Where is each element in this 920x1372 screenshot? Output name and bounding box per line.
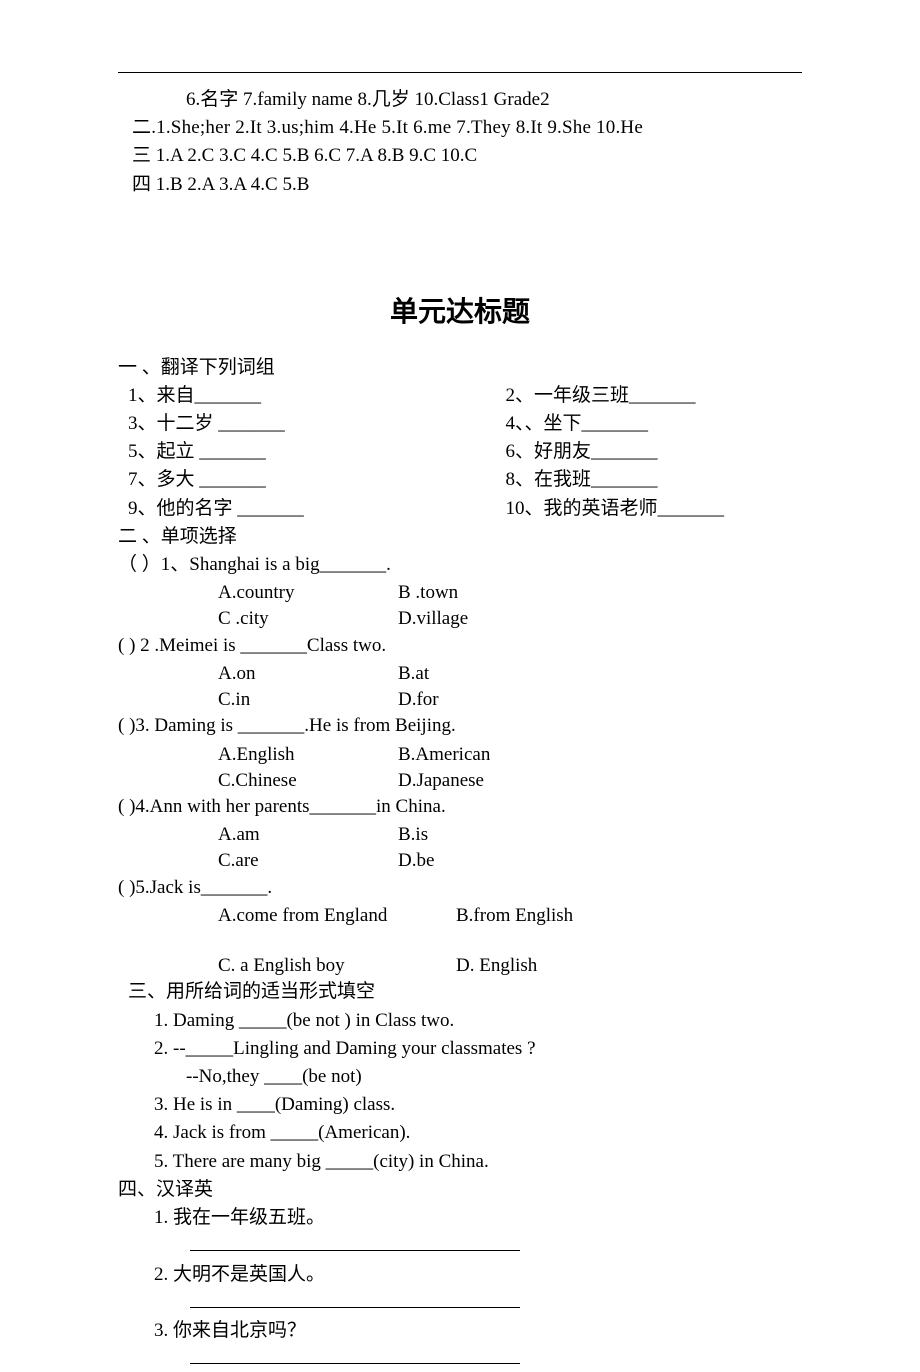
s1-item-2: 2、一年级三班_______ bbox=[505, 383, 802, 409]
s2-q1-optD: D.village bbox=[398, 606, 468, 632]
s4-q1-blank bbox=[118, 1233, 802, 1259]
s1-item-3: 3、十二岁 _______ bbox=[128, 411, 505, 437]
s2-q1-optB: B .town bbox=[398, 580, 458, 606]
section3-heading: 三、用所给词的适当形式填空 bbox=[118, 979, 802, 1005]
s2-q5-opts-row1: A.come from England B.from English bbox=[118, 903, 802, 929]
s3-q3: 3. He is in ____(Daming) class. bbox=[118, 1092, 802, 1118]
s1-item-5: 5、起立 _______ bbox=[128, 439, 505, 465]
s1-item-7: 7、多大 _______ bbox=[128, 467, 505, 493]
s1-item-8: 8、在我班_______ bbox=[505, 467, 802, 493]
answers-line-4: 四 1.B 2.A 3.A 4.C 5.B bbox=[118, 172, 802, 198]
section1-heading: 一 、翻译下列词组 bbox=[118, 355, 802, 381]
s2-q1-opts-row2: C .city D.village bbox=[118, 606, 802, 632]
s2-q1-stem: （ ）1、Shanghai is a big_______. bbox=[118, 552, 802, 578]
s2-q1-optC: C .city bbox=[218, 606, 398, 632]
s2-q3-optB: B.American bbox=[398, 742, 490, 768]
s2-q5-optD: D. English bbox=[456, 953, 537, 979]
s2-q5-optB: B.from English bbox=[456, 903, 573, 929]
s2-q2-opts-row2: C.in D.for bbox=[118, 687, 802, 713]
s2-q1-optA: A.country bbox=[218, 580, 398, 606]
s4-q2: 2. 大明不是英国人。 bbox=[118, 1262, 802, 1288]
section1-translate-grid: 1、来自_______ 3、十二岁 _______ 5、起立 _______ 7… bbox=[118, 383, 802, 524]
s2-q5-optA: A.come from England bbox=[218, 903, 456, 929]
s3-q5: 5. There are many big _____(city) in Chi… bbox=[118, 1149, 802, 1175]
section4-heading: 四、汉译英 bbox=[118, 1177, 802, 1203]
s4-q2-blank bbox=[118, 1290, 802, 1316]
s3-q2: 2. --_____Lingling and Daming your class… bbox=[118, 1036, 802, 1062]
section2-heading: 二 、单项选择 bbox=[118, 524, 802, 550]
s2-q2-optC: C.in bbox=[218, 687, 398, 713]
s2-q5-optC: C. a English boy bbox=[218, 953, 456, 979]
s2-q2-opts-row1: A.on B.at bbox=[118, 661, 802, 687]
s2-q5-opts-row2: C. a English boy D. English bbox=[118, 953, 802, 979]
s1-item-10: 10、我的英语老师_______ bbox=[505, 496, 802, 522]
s3-q4: 4. Jack is from _____(American). bbox=[118, 1120, 802, 1146]
s2-q2-stem: ( ) 2 .Meimei is _______Class two. bbox=[118, 633, 802, 659]
answers-line-2: 二.1.She;her 2.It 3.us;him 4.He 5.It 6.me… bbox=[118, 115, 802, 141]
s2-q3-opts-row1: A.English B.American bbox=[118, 742, 802, 768]
s2-q4-opts-row2: C.are D.be bbox=[118, 848, 802, 874]
s2-q3-optD: D.Japanese bbox=[398, 768, 484, 794]
s1-item-6: 6、好朋友_______ bbox=[505, 439, 802, 465]
s2-q4-optA: A.am bbox=[218, 822, 398, 848]
s2-q4-optD: D.be bbox=[398, 848, 434, 874]
answers-line-3: 三 1.A 2.C 3.C 4.C 5.B 6.C 7.A 8.B 9.C 10… bbox=[118, 143, 802, 169]
s4-q3-blank bbox=[118, 1346, 802, 1372]
s2-q4-optB: B.is bbox=[398, 822, 428, 848]
s4-q1: 1. 我在一年级五班。 bbox=[118, 1205, 802, 1231]
s2-q5-stem: ( )5.Jack is_______. bbox=[118, 875, 802, 901]
s2-q2-optA: A.on bbox=[218, 661, 398, 687]
s3-q2b: --No,they ____(be not) bbox=[118, 1064, 802, 1090]
s2-q4-stem: ( )4.Ann with her parents_______in China… bbox=[118, 794, 802, 820]
s2-q4-optC: C.are bbox=[218, 848, 398, 874]
worksheet-title: 单元达标题 bbox=[118, 294, 802, 333]
s2-q3-opts-row2: C.Chinese D.Japanese bbox=[118, 768, 802, 794]
s2-q4-opts-row1: A.am B.is bbox=[118, 822, 802, 848]
s4-q3: 3. 你来自北京吗？ bbox=[118, 1318, 802, 1344]
s2-q2-optB: B.at bbox=[398, 661, 429, 687]
s1-item-9: 9、他的名字 _______ bbox=[128, 496, 505, 522]
s2-q3-optA: A.English bbox=[218, 742, 398, 768]
s3-q1: 1. Daming _____(be not ) in Class two. bbox=[118, 1008, 802, 1034]
page-top-rule bbox=[118, 72, 802, 73]
s2-q3-optC: C.Chinese bbox=[218, 768, 398, 794]
answers-line-1: 6.名字 7.family name 8.几岁 10.Class1 Grade2 bbox=[118, 87, 802, 113]
s1-item-1: 1、来自_______ bbox=[128, 383, 505, 409]
s2-q1-opts-row1: A.country B .town bbox=[118, 580, 802, 606]
s2-q3-stem: ( )3. Daming is _______.He is from Beiji… bbox=[118, 713, 802, 739]
s1-item-4: 4、、坐下_______ bbox=[505, 411, 802, 437]
s2-q2-optD: D.for bbox=[398, 687, 439, 713]
